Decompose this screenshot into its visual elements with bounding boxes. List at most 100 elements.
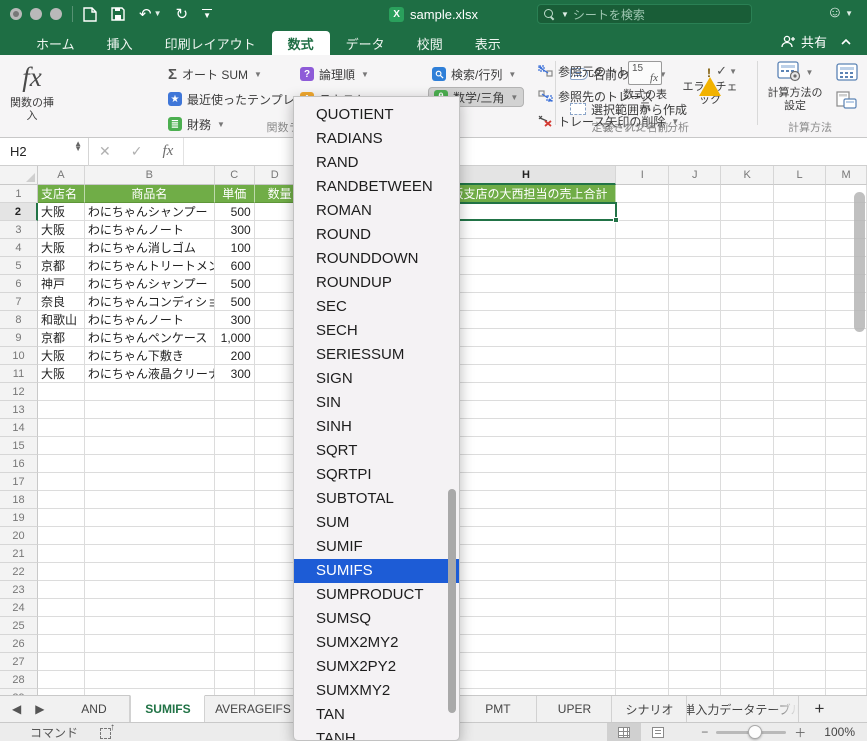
cell-D17[interactable] <box>254 473 296 491</box>
function-menu-item-ROUNDDOWN[interactable]: ROUNDDOWN <box>294 247 459 271</box>
cell-B28[interactable] <box>84 671 215 689</box>
cell-L26[interactable] <box>774 635 827 653</box>
cell-A1[interactable]: 支店名 <box>37 185 85 203</box>
column-header-B[interactable]: B <box>84 166 215 185</box>
normal-view-button[interactable] <box>607 722 642 741</box>
cell-B22[interactable] <box>84 563 215 581</box>
cell-H22[interactable] <box>436 563 617 581</box>
cell-K12[interactable] <box>721 383 775 401</box>
cell-J13[interactable] <box>669 401 722 419</box>
cell-D16[interactable] <box>254 455 296 473</box>
cell-B12[interactable] <box>84 383 215 401</box>
ribbon-tab-数式[interactable]: 数式 <box>271 31 330 55</box>
sheet-tab-UPER[interactable]: UPER <box>537 696 613 722</box>
cell-C28[interactable] <box>214 671 255 689</box>
cell-B8[interactable]: わにちゃんノート <box>84 311 215 329</box>
cell-L23[interactable] <box>774 581 827 599</box>
function-menu-item-SUMSQ[interactable]: SUMSQ <box>294 607 459 631</box>
row-header-19[interactable]: 19 <box>0 509 38 527</box>
row-header-21[interactable]: 21 <box>0 545 38 563</box>
cell-M28[interactable] <box>826 671 867 689</box>
cell-J5[interactable] <box>669 257 722 275</box>
cell-J17[interactable] <box>669 473 722 491</box>
cell-D15[interactable] <box>254 437 296 455</box>
cell-I28[interactable] <box>616 671 670 689</box>
cell-K11[interactable] <box>721 365 775 383</box>
cell-C24[interactable] <box>214 599 255 617</box>
new-document-icon[interactable] <box>83 6 97 22</box>
cell-M21[interactable] <box>826 545 867 563</box>
cell-D4[interactable] <box>254 239 296 257</box>
cell-M18[interactable] <box>826 491 867 509</box>
row-header-27[interactable]: 27 <box>0 653 38 671</box>
enter-check-icon[interactable]: ✓ <box>131 143 143 160</box>
cell-B5[interactable]: わにちゃんトリートメント <box>84 257 215 275</box>
zoom-out-button[interactable]: − <box>701 725 708 739</box>
cell-H27[interactable] <box>436 653 617 671</box>
cell-B7[interactable]: わにちゃんコンディショナー <box>84 293 215 311</box>
name-box-stepper[interactable]: ▲ ▼ <box>74 140 82 152</box>
sheet-tab-SUMIFS[interactable]: SUMIFS <box>130 695 206 722</box>
cell-K25[interactable] <box>721 617 775 635</box>
cell-A25[interactable] <box>37 617 85 635</box>
cell-H5[interactable] <box>436 257 617 275</box>
cell-D1[interactable]: 数量 <box>254 185 296 203</box>
function-menu-item-TANH[interactable]: TANH <box>294 727 459 740</box>
cell-K4[interactable] <box>721 239 775 257</box>
cell-L28[interactable] <box>774 671 827 689</box>
cell-A8[interactable]: 和歌山 <box>37 311 85 329</box>
cell-M12[interactable] <box>826 383 867 401</box>
cell-L3[interactable] <box>774 221 827 239</box>
undo-button[interactable]: ↶ ▼ <box>139 7 162 22</box>
cell-C12[interactable] <box>214 383 255 401</box>
cell-J26[interactable] <box>669 635 722 653</box>
row-header-8[interactable]: 8 <box>0 311 38 329</box>
cell-J16[interactable] <box>669 455 722 473</box>
function-menu-item-SINH[interactable]: SINH <box>294 415 459 439</box>
function-menu-item-ROMAN[interactable]: ROMAN <box>294 199 459 223</box>
cell-L11[interactable] <box>774 365 827 383</box>
row-header-26[interactable]: 26 <box>0 635 38 653</box>
cell-B14[interactable] <box>84 419 215 437</box>
vertical-scrollbar-thumb[interactable] <box>854 192 865 332</box>
cell-H8[interactable] <box>436 311 617 329</box>
cell-I23[interactable] <box>616 581 670 599</box>
cell-K17[interactable] <box>721 473 775 491</box>
cell-D14[interactable] <box>254 419 296 437</box>
row-header-16[interactable]: 16 <box>0 455 38 473</box>
cell-A19[interactable] <box>37 509 85 527</box>
cell-D11[interactable] <box>254 365 296 383</box>
save-icon[interactable] <box>111 7 125 21</box>
cell-B19[interactable] <box>84 509 215 527</box>
cell-J23[interactable] <box>669 581 722 599</box>
autosum-button[interactable]: Σ オート SUM ▼ <box>168 64 262 84</box>
cell-D9[interactable] <box>254 329 296 347</box>
cell-L1[interactable] <box>774 185 827 203</box>
cell-C23[interactable] <box>214 581 255 599</box>
cell-M16[interactable] <box>826 455 867 473</box>
cell-B11[interactable]: わにちゃん液晶クリーナー <box>84 365 215 383</box>
column-header-K[interactable]: K <box>721 166 775 185</box>
column-header-I[interactable]: I <box>616 166 670 185</box>
cell-J3[interactable] <box>669 221 722 239</box>
minimize-window-button[interactable] <box>30 8 42 20</box>
cell-J28[interactable] <box>669 671 722 689</box>
function-menu-item-TAN[interactable]: TAN <box>294 703 459 727</box>
cell-I18[interactable] <box>616 491 670 509</box>
cell-L10[interactable] <box>774 347 827 365</box>
cell-J2[interactable] <box>669 203 722 221</box>
cell-A24[interactable] <box>37 599 85 617</box>
cell-A5[interactable]: 京都 <box>37 257 85 275</box>
cell-I11[interactable] <box>616 365 670 383</box>
cell-A23[interactable] <box>37 581 85 599</box>
function-menu-item-RAND[interactable]: RAND <box>294 151 459 175</box>
cell-J25[interactable] <box>669 617 722 635</box>
sheet-tab-単入力データテーブル[interactable]: 単入力データテーブル <box>687 696 800 722</box>
function-menu-item-SUMIF[interactable]: SUMIF <box>294 535 459 559</box>
cell-I22[interactable] <box>616 563 670 581</box>
row-header-25[interactable]: 25 <box>0 617 38 635</box>
cell-C10[interactable]: 200 <box>214 347 255 365</box>
cell-K19[interactable] <box>721 509 775 527</box>
column-header-L[interactable]: L <box>774 166 827 185</box>
cell-B10[interactable]: わにちゃん下敷き <box>84 347 215 365</box>
